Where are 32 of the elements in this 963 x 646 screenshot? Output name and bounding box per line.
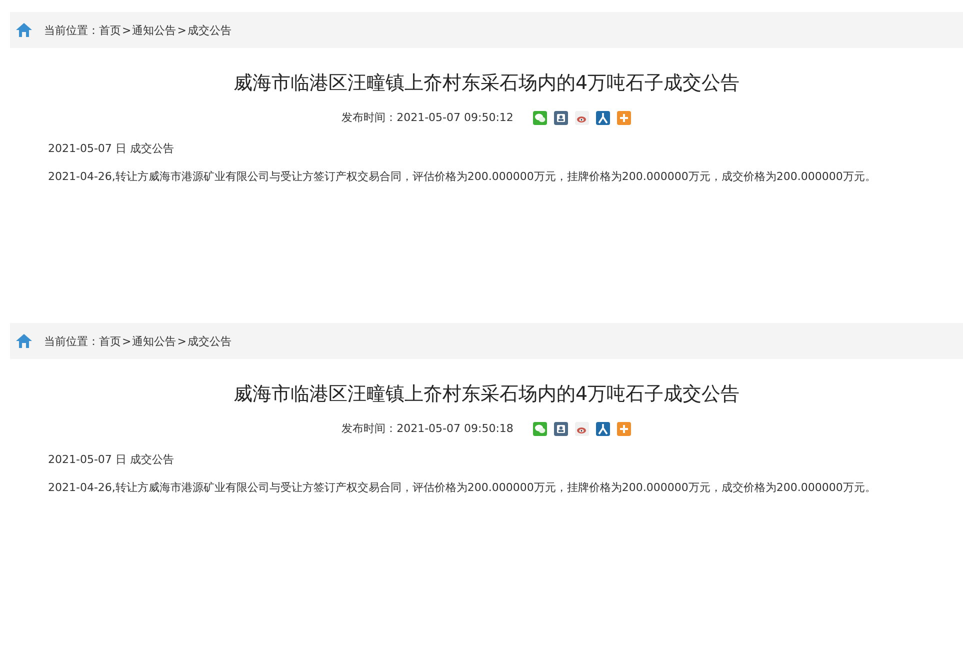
eye-icon[interactable] [575,422,590,436]
breadcrumb-link[interactable]: 首页 [99,334,121,348]
breadcrumb-label: 当前位置： [44,334,99,348]
breadcrumb-separator: > [177,334,186,348]
person-icon[interactable] [596,422,610,436]
home-icon [16,23,32,37]
figure-icon[interactable] [554,110,568,124]
plus-icon[interactable] [617,422,632,436]
chat-bubble-icon[interactable] [533,422,548,436]
date-line: 2021-05-07 日 成交公告 [48,141,175,156]
breadcrumb-separator: > [122,334,132,348]
article-title: 威海市临港区汪疃镇上夼村东采石场内的4万吨石子成交公告 [232,382,741,407]
breadcrumb-link[interactable]: 通知公告 [132,334,176,348]
publish-time: 发布时间：2021-05-07 09:50:12 [342,110,514,125]
announcement-text: 2021-04-26,转让方威海市港源矿业有限公司与受让方签订产权交易合同，评估价格为200.000000万元，挂牌价格为200.000000万元，成交价格为200.000000万元。 [48,480,877,496]
figure-icon[interactable] [554,422,568,436]
breadcrumb-link[interactable]: 首页 [99,22,121,38]
home-icon [16,334,32,348]
chat-bubble-icon[interactable] [533,110,548,124]
article-title: 威海市临港区汪疃镇上夼村东采石场内的4万吨石子成交公告 [232,71,741,96]
plus-icon[interactable] [617,110,632,124]
breadcrumb-separator: > [122,24,132,36]
person-icon[interactable] [596,110,610,124]
announcement-text: 2021-04-26,转让方威海市港源矿业有限公司与受让方签订产权交易合同，评估价格为200.000000万元，挂牌价格为200.000000万元，成交价格为200.000000万元。 [48,169,877,185]
breadcrumb-link[interactable]: 成交公告 [187,334,232,348]
breadcrumb-label: 当前位置： [44,22,99,38]
date-line: 2021-05-07 日 成交公告 [48,452,175,467]
breadcrumb-link[interactable]: 成交公告 [187,22,232,38]
eye-icon[interactable] [575,110,590,124]
breadcrumb-link[interactable]: 通知公告 [132,22,176,38]
breadcrumb-separator: > [177,24,186,36]
publish-time: 发布时间：2021-05-07 09:50:18 [342,421,514,436]
